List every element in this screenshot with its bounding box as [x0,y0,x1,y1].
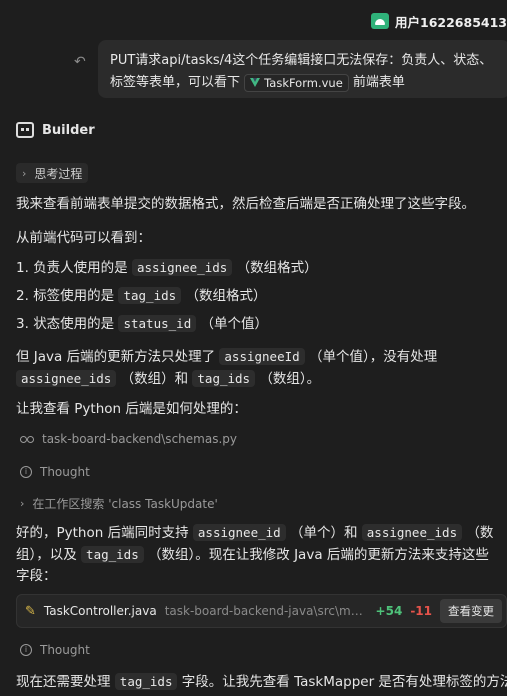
edit-file-path: task-board-backend-java\src\main\java\c.… [164,604,368,618]
file-chip-label: TaskForm.vue [264,75,343,90]
text: 好的，Python 后端同时支持 [16,525,189,541]
list-number: 1. [16,260,29,276]
list-number: 2. [16,288,29,304]
file-reference-chip[interactable]: TaskForm.vue [244,73,349,92]
inline-code: assignee_ids [16,370,117,387]
inline-code: assignee_ids [131,259,233,276]
view-changes-button[interactable]: 查看变更 [440,599,502,623]
edit-file-name: TaskController.java [43,604,157,618]
list-text: 负责人使用的是 [33,260,128,276]
text: （单个值），没有处理 [308,349,438,365]
message-paragraph: 现在还需要处理 tag_ids 字段。让我先查看 TaskMapper 是否有处… [16,672,507,692]
inline-code: assignee_id [192,524,286,541]
list-item: 2. 标签使用的是 tag_ids （数组格式） [16,286,498,306]
inline-code: assignee_ids [361,524,463,541]
list-text: （单个值） [200,316,269,332]
vue-icon [250,78,261,87]
edit-pen-icon: ✎ [25,603,36,619]
message-paragraph: 从前端代码可以看到： [16,230,151,246]
tool-thought[interactable]: i Thought [20,643,90,657]
list-text: 状态使用的是 [33,316,115,332]
inline-code: tag_ids [81,546,144,563]
assistant-name: Builder [42,122,95,138]
list-item: 1. 负责人使用的是 assignee_ids （数组格式） [16,258,498,278]
tool-label: 在工作区搜索 'class TaskUpdate' [32,497,218,511]
inline-code: status_id [118,315,197,332]
tool-label: Thought [40,465,90,479]
inline-code: assigneeId [219,348,305,365]
user-header: 用户1622685413 [371,10,507,32]
text: （数组）。 [259,371,321,387]
undo-icon[interactable]: ↶ [74,54,86,70]
file-edit-card[interactable]: ✎ TaskController.java task-board-backend… [16,594,507,628]
text: （单个）和 [289,525,358,541]
tool-view-file[interactable]: task-board-backend\schemas.py [20,432,237,446]
message-paragraph: 但 Java 后端的更新方法只处理了 assigneeId （单个值），没有处理… [16,346,498,390]
inline-code: tag_ids [118,287,182,304]
message-paragraph: 我来查看前端表单提交的数据格式，然后检查后端是否正确处理了这些字段。 [16,196,475,212]
tool-label: Thought [40,643,90,657]
list-text: （数组格式） [185,288,267,304]
chevron-right-icon: › [20,497,25,510]
user-message-text-after: 前端表单 [352,75,405,90]
deletions-count: -11 [410,604,432,618]
inline-code: tag_ids [192,370,256,387]
text: （数组）和 [120,371,189,387]
text: 字段。让我先查看 TaskMapper 是否有处理标签的方法： [181,674,507,690]
inline-code: tag_ids [114,673,178,690]
additions-count: +54 [375,604,403,618]
tool-search[interactable]: › 在工作区搜索 'class TaskUpdate' [20,495,218,512]
chevron-right-icon: › [22,166,27,180]
list-number: 3. [16,316,29,332]
message-paragraph: 让我查看 Python 后端是如何处理的： [16,401,247,417]
thinking-toggle[interactable]: › 思考过程 [16,163,89,183]
user-avatar-icon [371,13,390,29]
glasses-icon [20,435,34,443]
assistant-header: Builder [16,122,95,138]
text: 现在还需要处理 [16,674,111,690]
user-message-bubble: PUT请求api/tasks/4这个任务编辑接口无法保存：负责人、状态、标签等表… [98,40,507,98]
list-text: 标签使用的是 [33,288,115,304]
tool-thought[interactable]: i Thought [20,465,90,479]
user-name: 用户1622685413 [395,14,507,30]
robot-icon [16,122,34,138]
info-icon: i [20,466,32,478]
text: 但 Java 后端的更新方法只处理了 [16,349,216,365]
list-text: （数组格式） [236,260,318,276]
list-item: 3. 状态使用的是 status_id （单个值） [16,314,498,334]
message-paragraph: 好的，Python 后端同时支持 assignee_id （单个）和 assig… [16,522,498,587]
info-icon: i [20,644,32,656]
tool-label: task-board-backend\schemas.py [42,432,237,446]
thinking-label: 思考过程 [34,166,83,181]
